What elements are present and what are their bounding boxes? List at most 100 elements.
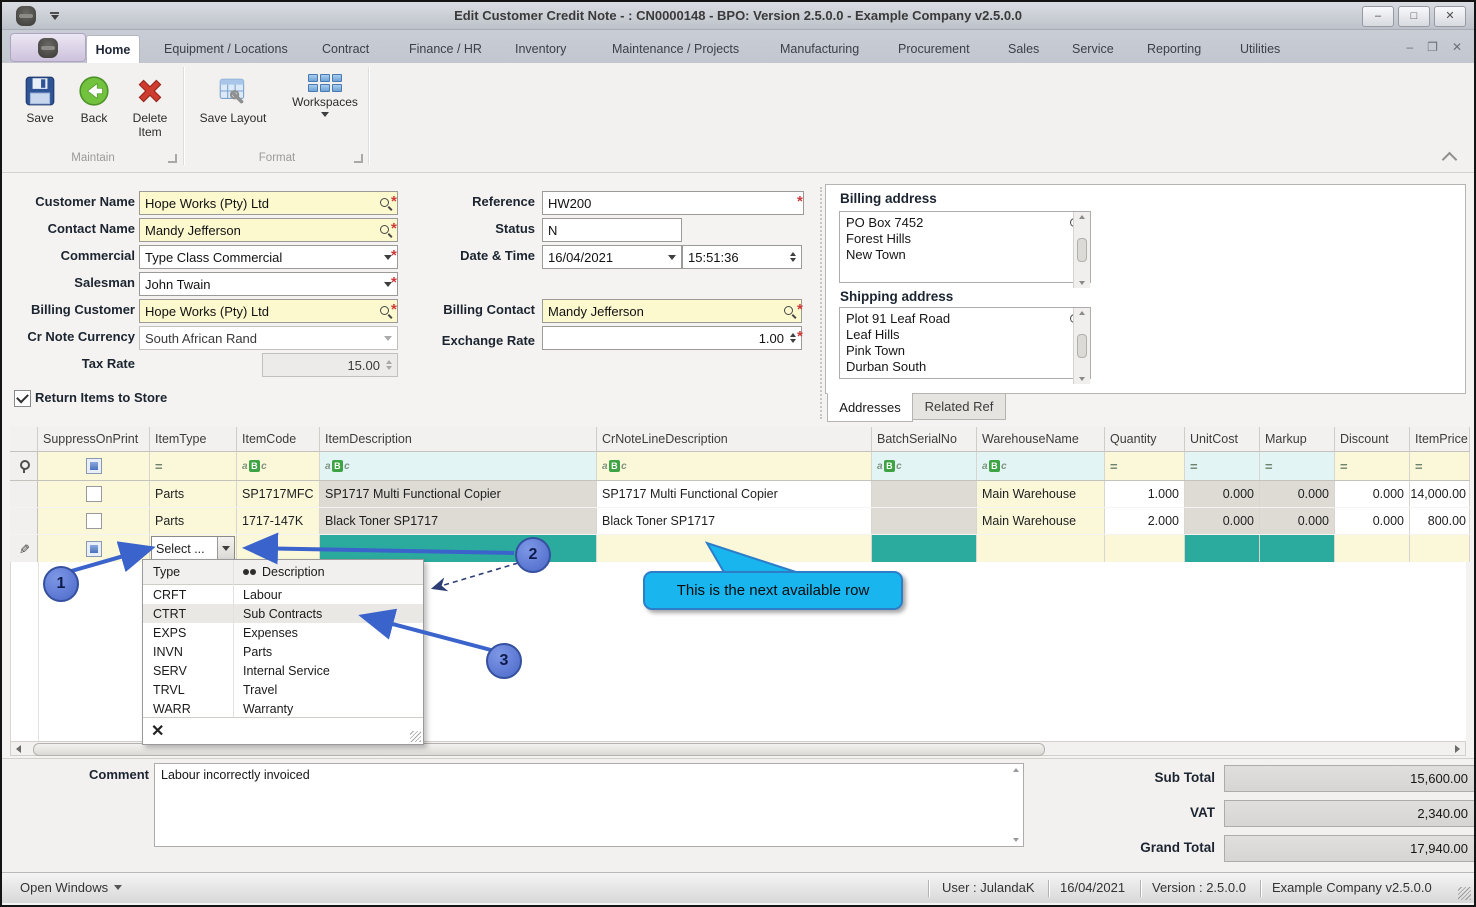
- spinner-icon[interactable]: [790, 252, 796, 262]
- tab-finance-hr[interactable]: Finance / HR: [405, 35, 486, 63]
- grid-new-row[interactable]: ✎ Select ...: [10, 535, 1470, 562]
- contact-name-field[interactable]: Mandy Jefferson: [139, 218, 398, 242]
- tab-inventory[interactable]: Inventory: [511, 35, 570, 63]
- minimize-button[interactable]: –: [1362, 6, 1394, 27]
- exchange-rate-field[interactable]: 1.00: [542, 326, 802, 350]
- filter-quantity[interactable]: =: [1105, 452, 1185, 480]
- itemtype-select-combo[interactable]: Select ...: [150, 535, 236, 562]
- tab-procurement[interactable]: Procurement: [894, 35, 974, 63]
- salesman-dropdown[interactable]: John Twain: [139, 272, 398, 296]
- shipping-address-box[interactable]: Plot 91 Leaf Road Leaf Hills Pink Town D…: [839, 307, 1091, 384]
- delete-item-button[interactable]: Delete Item: [124, 74, 176, 139]
- table-row[interactable]: Parts SP1717MFC SP1717 Multi Functional …: [10, 481, 1470, 507]
- reference-field[interactable]: HW200: [542, 191, 804, 215]
- clear-filter-icon[interactable]: ✕: [151, 721, 164, 741]
- table-row[interactable]: Parts 1717-147K Black Toner SP1717 Black…: [10, 508, 1470, 534]
- filter-discount[interactable]: =: [1335, 452, 1410, 480]
- list-item[interactable]: CTRT Sub Contracts: [143, 604, 423, 623]
- column-header-itemcode[interactable]: ItemCode: [237, 427, 320, 452]
- filter-itemprice[interactable]: =: [1410, 452, 1470, 480]
- commercial-dropdown[interactable]: Type Class Commercial: [139, 245, 398, 269]
- list-item[interactable]: EXPS Expenses: [143, 623, 423, 642]
- tab-utilities[interactable]: Utilities: [1236, 35, 1284, 63]
- column-header-itemprice[interactable]: ItemPrice: [1410, 427, 1470, 452]
- scroll-down-icon[interactable]: [1013, 838, 1019, 842]
- tab-contract[interactable]: Contract: [318, 35, 373, 63]
- suppress-checkbox[interactable]: [85, 486, 102, 502]
- column-header-quantity[interactable]: Quantity: [1105, 427, 1185, 452]
- filter-itemtype[interactable]: =: [150, 452, 237, 480]
- tab-home[interactable]: Home: [86, 35, 140, 63]
- filter-suppressonprint[interactable]: [38, 452, 150, 480]
- billing-contact-field[interactable]: Mandy Jefferson: [542, 299, 802, 323]
- popup-type-header[interactable]: Type: [143, 565, 233, 579]
- column-header-batchserialno[interactable]: BatchSerialNo: [872, 427, 977, 452]
- column-header-crnotelinedescription[interactable]: CrNoteLineDescription: [597, 427, 872, 452]
- column-header-suppressonprint[interactable]: SuppressOnPrint: [38, 427, 150, 452]
- application-menu-button[interactable]: [10, 33, 86, 62]
- back-button[interactable]: Back: [72, 74, 116, 125]
- suppress-checkbox[interactable]: [85, 540, 102, 557]
- filter-itemdescription[interactable]: aBc: [320, 452, 597, 480]
- tab-sales[interactable]: Sales: [1004, 35, 1043, 63]
- popup-description-header[interactable]: Description: [262, 565, 325, 579]
- resize-grip[interactable]: [1458, 887, 1471, 900]
- chevron-down-icon: [114, 885, 123, 890]
- maximize-button[interactable]: □: [1398, 6, 1430, 27]
- scroll-left-icon[interactable]: [16, 744, 21, 753]
- list-item[interactable]: TRVL Travel: [143, 680, 423, 699]
- format-dialog-launcher-icon[interactable]: [354, 154, 363, 163]
- status-field[interactable]: N: [542, 218, 682, 242]
- column-header-itemtype[interactable]: ItemType: [150, 427, 237, 452]
- save-button[interactable]: Save: [18, 74, 62, 125]
- popup-resize-grip[interactable]: [410, 731, 421, 742]
- filter-batchserialno[interactable]: aBc: [872, 452, 977, 480]
- save-layout-button[interactable]: Save Layout: [194, 74, 272, 125]
- column-header-discount[interactable]: Discount: [1335, 427, 1410, 452]
- filter-warehousename[interactable]: aBc: [977, 452, 1105, 480]
- splitter-handle[interactable]: [820, 187, 822, 419]
- column-header-warehousename[interactable]: WarehouseName: [977, 427, 1105, 452]
- tab-equipment-locations[interactable]: Equipment / Locations: [160, 35, 292, 63]
- filter-pin-icon[interactable]: [19, 459, 30, 473]
- tab-reporting[interactable]: Reporting: [1143, 35, 1205, 63]
- customer-name-field[interactable]: Hope Works (Pty) Ltd: [139, 191, 398, 215]
- list-item[interactable]: CRFT Labour: [143, 585, 423, 604]
- return-items-checkbox[interactable]: [14, 390, 31, 407]
- list-item[interactable]: WARR Warranty: [143, 699, 423, 718]
- column-header-unitcost[interactable]: UnitCost: [1185, 427, 1260, 452]
- filter-unitcost[interactable]: =: [1185, 452, 1260, 480]
- tab-maintenance-projects[interactable]: Maintenance / Projects: [608, 35, 743, 63]
- workspaces-button[interactable]: Workspaces: [286, 74, 364, 117]
- suppress-checkbox[interactable]: [85, 513, 102, 529]
- list-item[interactable]: SERV Internal Service: [143, 661, 423, 680]
- billing-address-box[interactable]: PO Box 7452 Forest Hills New Town: [839, 211, 1091, 288]
- column-header-markup[interactable]: Markup: [1260, 427, 1335, 452]
- close-button[interactable]: ✕: [1434, 6, 1466, 27]
- open-windows-button[interactable]: Open Windows: [20, 880, 123, 895]
- tab-manufacturing[interactable]: Manufacturing: [776, 35, 863, 63]
- mdi-close-icon[interactable]: ✕: [1452, 40, 1462, 54]
- scroll-right-icon[interactable]: [1455, 744, 1460, 753]
- shipping-address-scrollbar[interactable]: [1073, 308, 1090, 384]
- tab-addresses[interactable]: Addresses: [827, 393, 913, 422]
- billing-address-scrollbar[interactable]: [1073, 212, 1090, 288]
- filter-itemcode[interactable]: aBc: [237, 452, 320, 480]
- scroll-up-icon[interactable]: [1013, 768, 1019, 772]
- list-item[interactable]: INVN Parts: [143, 642, 423, 661]
- filter-markup[interactable]: =: [1260, 452, 1335, 480]
- mdi-restore-icon[interactable]: ❐: [1427, 40, 1438, 54]
- billing-customer-field[interactable]: Hope Works (Pty) Ltd: [139, 299, 398, 323]
- search-icon[interactable]: [783, 305, 796, 318]
- date-dropdown[interactable]: 16/04/2021: [542, 245, 682, 269]
- filter-crnotelinedescription[interactable]: aBc: [597, 452, 872, 480]
- maintain-dialog-launcher-icon[interactable]: [168, 154, 177, 163]
- spinner-icon[interactable]: [790, 333, 796, 343]
- tab-service[interactable]: Service: [1068, 35, 1118, 63]
- time-spinner[interactable]: 15:51:36: [682, 245, 802, 269]
- column-header-itemdescription[interactable]: ItemDescription: [320, 427, 597, 452]
- tab-related-ref[interactable]: Related Ref: [912, 393, 1006, 420]
- combo-dropdown-button[interactable]: [217, 536, 234, 561]
- mdi-minimize-icon[interactable]: –: [1406, 40, 1413, 54]
- comment-textarea[interactable]: Labour incorrectly invoiced: [154, 763, 1024, 847]
